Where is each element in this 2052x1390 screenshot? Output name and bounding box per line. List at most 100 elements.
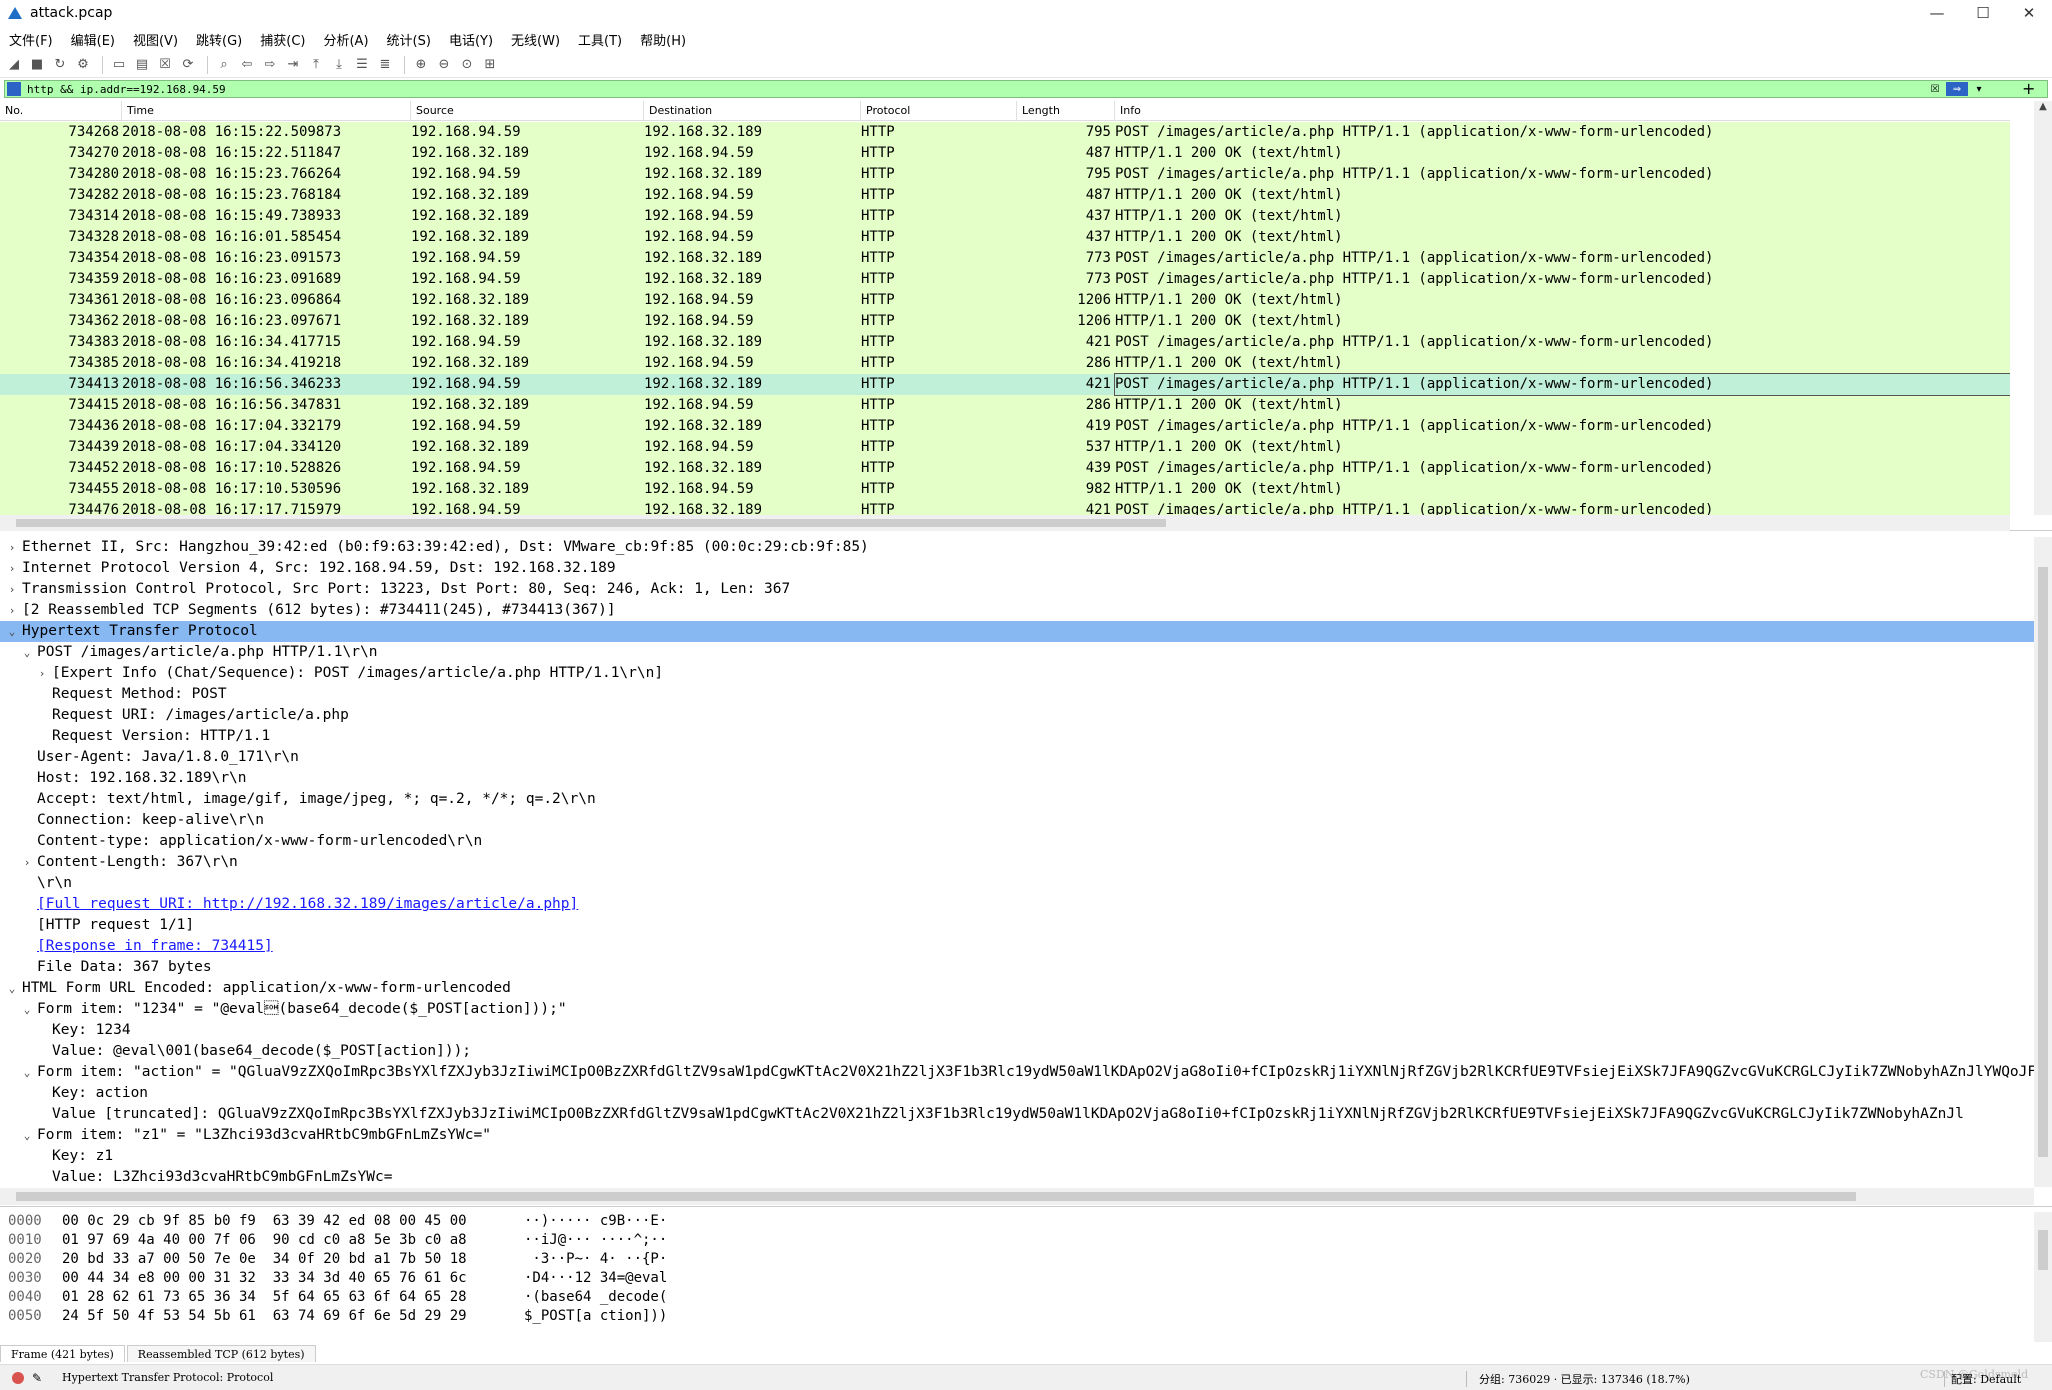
- zoom-out-icon[interactable]: ⊖: [434, 55, 454, 75]
- tree-item[interactable]: Host: 192.168.32.189\r\n: [0, 768, 2034, 789]
- bytes-ascii[interactable]: ·D4···12 34=@eval: [524, 1269, 724, 1288]
- details-horizontal-scrollbar[interactable]: [0, 1188, 2034, 1205]
- tree-item[interactable]: ⌄ Form item: "1234" = "@eval(base64_deco…: [0, 999, 2034, 1020]
- tree-item[interactable]: Request URI: /images/article/a.php: [0, 705, 2034, 726]
- tree-item[interactable]: Request Version: HTTP/1.1: [0, 726, 2034, 747]
- profile-status[interactable]: 配置: Default: [1944, 1371, 2021, 1387]
- menu-go[interactable]: 跳转(G): [187, 30, 251, 49]
- column-header-source[interactable]: Source: [411, 100, 644, 121]
- bytes-vertical-scrollbar[interactable]: [2034, 1212, 2052, 1342]
- expand-arrow-icon[interactable]: ›: [2, 558, 22, 579]
- expand-arrow-icon[interactable]: ›: [17, 852, 37, 873]
- close-file-icon[interactable]: ☒: [155, 55, 175, 75]
- packet-row[interactable]: 734476 2018-08-08 16:17:17.715979 192.168.…: [0, 500, 2010, 515]
- packet-list-horizontal-scrollbar[interactable]: [0, 515, 2010, 531]
- bytes-hex[interactable]: 01 28 62 61 73 65 36 34 5f 64 65 63 6f 6…: [62, 1288, 524, 1307]
- expand-arrow-icon[interactable]: ›: [2, 537, 22, 558]
- packet-row[interactable]: 734270 2018-08-08 16:15:22.511847 192.168.…: [0, 143, 2010, 164]
- packet-row[interactable]: 734282 2018-08-08 16:15:23.768184 192.168.…: [0, 185, 2010, 206]
- find-packet-icon[interactable]: ⌕: [214, 55, 234, 75]
- packet-row[interactable]: 734359 2018-08-08 16:16:23.091689 192.168.…: [0, 269, 2010, 290]
- tree-item[interactable]: › Transmission Control Protocol, Src Port…: [0, 579, 2034, 600]
- stop-capture-icon[interactable]: ■: [27, 55, 47, 75]
- packet-row[interactable]: 734383 2018-08-08 16:16:34.417715 192.168.…: [0, 332, 2010, 353]
- tree-item[interactable]: Key: 1234: [0, 1020, 2034, 1041]
- menu-edit[interactable]: 编辑(E): [62, 30, 124, 49]
- zoom-reset-icon[interactable]: ⊙: [457, 55, 477, 75]
- details-vertical-scrollbar[interactable]: [2034, 537, 2052, 1187]
- collapse-arrow-icon[interactable]: ⌄: [17, 642, 37, 663]
- packet-row[interactable]: 734354 2018-08-08 16:16:23.091573 192.168.…: [0, 248, 2010, 269]
- reload-file-icon[interactable]: ⟳: [178, 55, 198, 75]
- colorize-icon[interactable]: ≣: [375, 55, 395, 75]
- go-first-icon[interactable]: ⤒: [306, 55, 326, 75]
- go-forward-icon[interactable]: ⇨: [260, 55, 280, 75]
- scrollbar-thumb[interactable]: [2038, 567, 2048, 1157]
- tab-reassembled-tcp[interactable]: Reassembled TCP (612 bytes): [126, 1345, 316, 1362]
- tree-item[interactable]: › Ethernet II, Src: Hangzhou_39:42:ed (b0…: [0, 537, 2034, 558]
- zoom-in-icon[interactable]: ⊕: [411, 55, 431, 75]
- tree-item[interactable]: ⌄ Form item: "action" = "QGluaV9zZXQoImRp…: [0, 1062, 2034, 1083]
- tree-item-link[interactable]: [Response in frame: 734415]: [37, 938, 273, 954]
- tree-item[interactable]: Value: @eval\001(base64_decode($_POST[ac…: [0, 1041, 2034, 1062]
- tree-item[interactable]: ⌄ Hypertext Transfer Protocol: [0, 621, 2034, 642]
- auto-scroll-icon[interactable]: ☰: [352, 55, 372, 75]
- bytes-ascii[interactable]: ··iJ@··· ····^;··: [524, 1231, 724, 1250]
- packet-row[interactable]: 734328 2018-08-08 16:16:01.585454 192.168.…: [0, 227, 2010, 248]
- collapse-arrow-icon[interactable]: ⌄: [17, 1062, 37, 1083]
- tree-item[interactable]: › [2 Reassembled TCP Segments (612 bytes)…: [0, 600, 2034, 621]
- save-file-icon[interactable]: ▤: [132, 55, 152, 75]
- tree-item[interactable]: Key: action: [0, 1083, 2034, 1104]
- menu-help[interactable]: 帮助(H): [631, 30, 695, 49]
- menu-tools[interactable]: 工具(T): [569, 30, 631, 49]
- column-header-length[interactable]: Length: [1017, 100, 1115, 121]
- column-header-time[interactable]: Time: [122, 100, 411, 121]
- start-capture-icon[interactable]: ◢: [4, 55, 24, 75]
- tree-item[interactable]: › Internet Protocol Version 4, Src: 192.1…: [0, 558, 2034, 579]
- bytes-hex[interactable]: 00 44 34 e8 00 00 31 32 33 34 3d 40 65 7…: [62, 1269, 524, 1288]
- collapse-arrow-icon[interactable]: ⌄: [17, 999, 37, 1020]
- tree-item[interactable]: [Response in frame: 734415]: [0, 936, 2034, 957]
- column-header-destination[interactable]: Destination: [644, 100, 861, 121]
- resize-columns-icon[interactable]: ⊞: [480, 55, 500, 75]
- packet-row[interactable]: 734362 2018-08-08 16:16:23.097671 192.168.…: [0, 311, 2010, 332]
- add-filter-button-icon[interactable]: +: [2022, 79, 2035, 98]
- bytes-hex[interactable]: 00 0c 29 cb 9f 85 b0 f9 63 39 42 ed 08 0…: [62, 1212, 524, 1231]
- close-button[interactable]: ✕: [2006, 0, 2052, 26]
- packet-row[interactable]: 734280 2018-08-08 16:15:23.766264 192.168.…: [0, 164, 2010, 185]
- packet-row[interactable]: 734361 2018-08-08 16:16:23.096864 192.168.…: [0, 290, 2010, 311]
- tree-item[interactable]: Request Method: POST: [0, 684, 2034, 705]
- tree-item[interactable]: Connection: keep-alive\r\n: [0, 810, 2034, 831]
- tree-item[interactable]: ⌄ HTML Form URL Encoded: application/x-ww…: [0, 978, 2034, 999]
- expand-arrow-icon[interactable]: ›: [32, 663, 52, 684]
- collapse-arrow-icon[interactable]: ⌄: [2, 621, 22, 642]
- packet-row[interactable]: 734413 2018-08-08 16:16:56.346233 192.168.…: [0, 373, 2010, 396]
- display-filter-input[interactable]: [27, 82, 1927, 96]
- go-to-packet-icon[interactable]: ⇥: [283, 55, 303, 75]
- tree-item[interactable]: Value [truncated]: QGluaV9zZXQoImRpc3BsY…: [0, 1104, 2034, 1125]
- tree-item[interactable]: › [Expert Info (Chat/Sequence): POST /ima…: [0, 663, 2034, 684]
- expand-arrow-icon[interactable]: ›: [2, 600, 22, 621]
- packet-row[interactable]: 734436 2018-08-08 16:17:04.332179 192.168.…: [0, 416, 2010, 437]
- tree-item[interactable]: \r\n: [0, 873, 2034, 894]
- scrollbar-thumb[interactable]: [16, 1192, 1856, 1201]
- scrollbar-thumb[interactable]: [2038, 1230, 2048, 1270]
- bytes-hex[interactable]: 01 97 69 4a 40 00 7f 06 90 cd c0 a8 5e 3…: [62, 1231, 524, 1250]
- go-back-icon[interactable]: ⇦: [237, 55, 257, 75]
- tree-item[interactable]: ⌄ POST /images/article/a.php HTTP/1.1\r\n: [0, 642, 2034, 663]
- menu-view[interactable]: 视图(V): [124, 30, 187, 49]
- bytes-ascii[interactable]: ·(base64 _decode(: [524, 1288, 724, 1307]
- bytes-hex[interactable]: 20 bd 33 a7 00 50 7e 0e 34 0f 20 bd a1 7…: [62, 1250, 524, 1269]
- column-header-no[interactable]: No.: [0, 100, 122, 121]
- open-file-icon[interactable]: ▭: [109, 55, 129, 75]
- menu-telephony[interactable]: 电话(Y): [440, 30, 502, 49]
- maximize-button[interactable]: ☐: [1960, 0, 2006, 26]
- tree-item[interactable]: User-Agent: Java/1.8.0_171\r\n: [0, 747, 2034, 768]
- tab-frame-bytes[interactable]: Frame (421 bytes): [0, 1345, 125, 1362]
- scroll-up-icon[interactable]: ▲: [2034, 101, 2052, 117]
- bytes-hex[interactable]: 24 5f 50 4f 53 54 5b 61 63 74 69 6f 6e 5…: [62, 1307, 524, 1326]
- tree-item-link[interactable]: [Full request URI: http://192.168.32.189…: [37, 896, 578, 912]
- menu-file[interactable]: 文件(F): [0, 30, 62, 49]
- packet-list-vertical-scrollbar[interactable]: ▲: [2034, 101, 2052, 515]
- minimize-button[interactable]: —: [1914, 0, 1960, 26]
